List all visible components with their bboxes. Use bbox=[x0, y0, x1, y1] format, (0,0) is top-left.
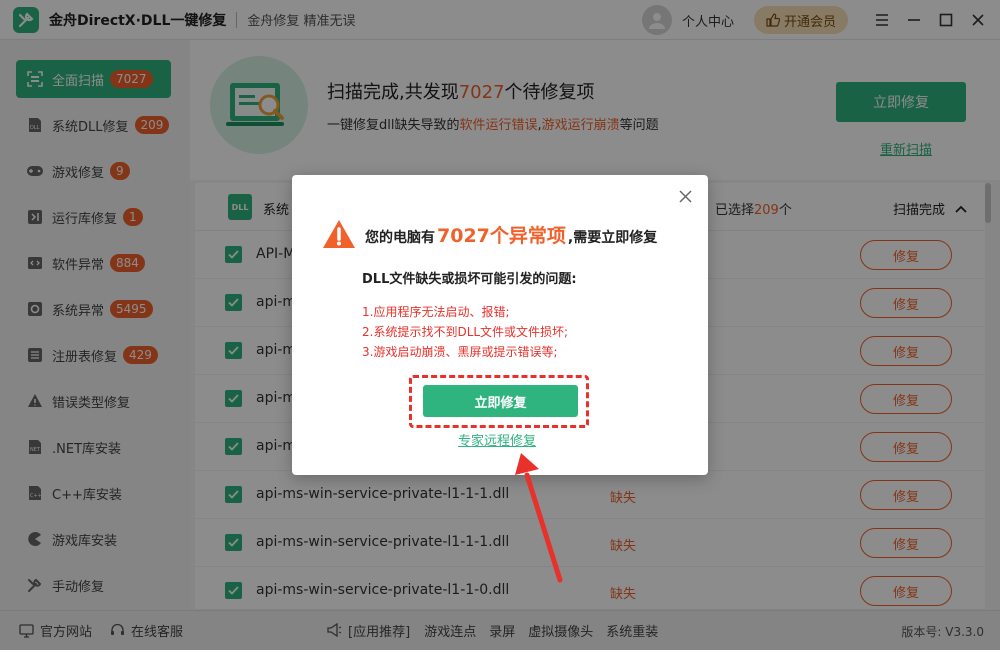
problem-item: 2.系统提示找不到DLL文件或文件损坏; bbox=[362, 325, 569, 339]
problem-item: 3.游戏启动崩溃、黑屏或提示错误等; bbox=[362, 345, 558, 359]
warning-triangle-icon bbox=[323, 220, 355, 248]
dialog-subheading: DLL文件缺失或损坏可能引发的问题: bbox=[362, 272, 577, 287]
close-icon[interactable] bbox=[674, 185, 696, 207]
dialog-headline: 您的电脑有 7027个异常项 ,需要立即修复 bbox=[365, 221, 657, 248]
dialog-fix-now-button[interactable]: 立即修复 bbox=[423, 385, 578, 417]
dialog-issue-count: 7027个异常项 bbox=[437, 225, 566, 247]
annotation-arrow-icon bbox=[515, 453, 563, 583]
problem-list: 1.应用程序无法启动、报错; 2.系统提示找不到DLL文件或文件损坏; 3.游戏… bbox=[362, 302, 568, 362]
problem-item: 1.应用程序无法启动、报错; bbox=[362, 305, 510, 319]
repair-alert-dialog: 您的电脑有 7027个异常项 ,需要立即修复 DLL文件缺失或损坏可能引发的问题: … bbox=[292, 175, 708, 475]
